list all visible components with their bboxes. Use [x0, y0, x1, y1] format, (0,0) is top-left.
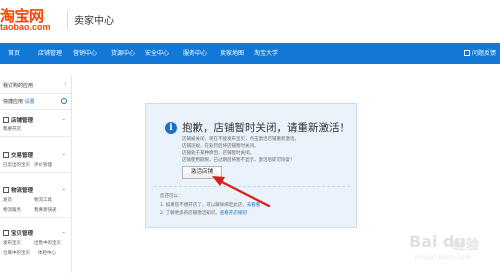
top-header: 淘宝网 taobao.com 卖家中心 — [0, 0, 500, 40]
shop-icon — [3, 117, 9, 123]
link-review-management[interactable]: 评价管理 — [34, 162, 52, 168]
item-icon — [3, 230, 9, 236]
section-logistics-management-label: 物流管理 — [11, 188, 34, 194]
link-publish-item[interactable]: 发布宝贝 — [3, 240, 21, 246]
link-send-express[interactable]: 我要寄快递 — [34, 207, 57, 213]
nav-security[interactable]: 安全中心 — [145, 43, 169, 64]
notice-line: 店铺被关闭，现在不能发布宝贝，点击激活店铺重新激活。 — [182, 137, 299, 142]
taobao-logo-url[interactable]: taobao.com — [0, 22, 51, 32]
watermark-url: jingyan.baidu.com — [415, 254, 471, 261]
sidebar-divider — [0, 136, 72, 137]
notice-line: 店铺处于某种原因，店铺暂时关闭。 — [182, 151, 254, 156]
sidebar-divider — [0, 93, 72, 94]
feedback-icon — [463, 50, 470, 56]
tip-item: 2. 了解更多的店铺激活知识。查看开店规则 — [160, 210, 247, 216]
notice-line: 店铺使用期限，已过期后将暂不显示，激活后即可恢复！ — [182, 158, 295, 163]
sidebar: 我订购的应用 › 快捷应用 设置 店铺管理 ⌄ 我要开店 交易管理 ⌄ 已卖出的… — [0, 76, 72, 273]
nav-supply[interactable]: 货源中心 — [111, 43, 135, 64]
chevron-right-icon[interactable]: › — [64, 81, 66, 87]
nav-shop-management[interactable]: 店铺管理 — [38, 43, 62, 64]
link-sold-items[interactable]: 已卖出的宝贝 — [3, 162, 30, 168]
tip-text: 1. 如果您不想开店了，可以解除绑定此店， — [160, 203, 247, 208]
trade-icon — [3, 152, 9, 158]
link-ship[interactable]: 发货 — [3, 197, 12, 203]
chevron-down-icon[interactable]: ⌄ — [62, 116, 66, 122]
info-circle-icon[interactable] — [61, 98, 67, 104]
main-nav: 首页 店铺管理 营销中心 货源中心 安全中心 服务中心 卖家地图 淘宝大学 问题… — [0, 43, 500, 64]
chevron-down-icon[interactable]: ⌄ — [62, 186, 66, 192]
section-item-management-label: 宝贝管理 — [11, 231, 34, 237]
sidebar-quick-apps-label: 快捷应用 — [3, 99, 24, 105]
nav-service[interactable]: 服务中心 — [183, 43, 207, 64]
notice-divider — [154, 186, 350, 187]
nav-marketing[interactable]: 营销中心 — [73, 43, 97, 64]
nav-home[interactable]: 首页 — [8, 43, 20, 64]
sidebar-divider — [0, 217, 72, 218]
feedback-link[interactable]: 问题反馈 — [463, 43, 496, 64]
watermark-suffix: 经验 — [453, 238, 480, 253]
section-shop-management-label: 店铺管理 — [11, 118, 34, 124]
header-divider — [67, 10, 68, 30]
nav-seller-map[interactable]: 卖家地图 — [220, 43, 244, 64]
info-icon: i — [165, 122, 177, 134]
tips-title: 您还可以： — [160, 194, 183, 199]
section-logistics-management[interactable]: 物流管理 — [3, 186, 33, 194]
feedback-label: 问题反馈 — [471, 50, 496, 57]
section-trade-management-label: 交易管理 — [11, 153, 34, 159]
seller-center-title: 卖家中心 — [74, 16, 114, 27]
baidu-watermark: Bai du 经验 jingyan.baidu.com — [387, 222, 497, 270]
sidebar-divider — [0, 172, 72, 173]
link-logistics-service[interactable]: 物流服务 — [3, 207, 21, 213]
activate-shop-button[interactable]: 激活店铺 — [182, 166, 222, 179]
chevron-down-icon[interactable]: ⌄ — [62, 151, 66, 157]
section-trade-management[interactable]: 交易管理 — [3, 151, 33, 159]
link-items-on-sale[interactable]: 出售中的宝贝 — [34, 240, 61, 246]
link-items-in-warehouse[interactable]: 仓库中的宝贝 — [3, 250, 30, 256]
link-health-center[interactable]: 体检中心 — [38, 250, 56, 256]
section-shop-management[interactable]: 店铺管理 — [3, 116, 33, 124]
notice-line: 店铺违规，在处罚后将店铺暂时关闭。 — [182, 144, 259, 149]
tip-text: 2. 了解更多的店铺激活知识。 — [160, 211, 220, 216]
tip-link-rules[interactable]: 查看开店规则 — [220, 211, 247, 216]
link-logistics-tools[interactable]: 物流工具 — [34, 197, 52, 203]
shop-closed-notice: i 抱歉，店铺暂时关闭，请重新激活！ 店铺被关闭，现在不能发布宝贝，点击激活店铺… — [145, 103, 357, 228]
tip-item: 1. 如果您不想开店了，可以解除绑定此店，去看看 — [160, 202, 260, 208]
quick-apps-setting-link[interactable]: 设置 — [25, 99, 35, 105]
link-open-shop[interactable]: 我要开店 — [3, 126, 21, 132]
chevron-down-icon[interactable]: ⌄ — [62, 229, 66, 235]
sidebar-subscribed-apps-label: 我订购的应用 — [3, 83, 34, 89]
tip-link-unbind[interactable]: 去看看 — [247, 203, 261, 208]
notice-title: 抱歉，店铺暂时关闭，请重新激活！ — [182, 122, 350, 134]
sidebar-divider — [0, 109, 72, 110]
truck-icon — [3, 187, 9, 193]
nav-taobao-university[interactable]: 淘宝大学 — [254, 43, 278, 64]
section-item-management[interactable]: 宝贝管理 — [3, 229, 33, 237]
